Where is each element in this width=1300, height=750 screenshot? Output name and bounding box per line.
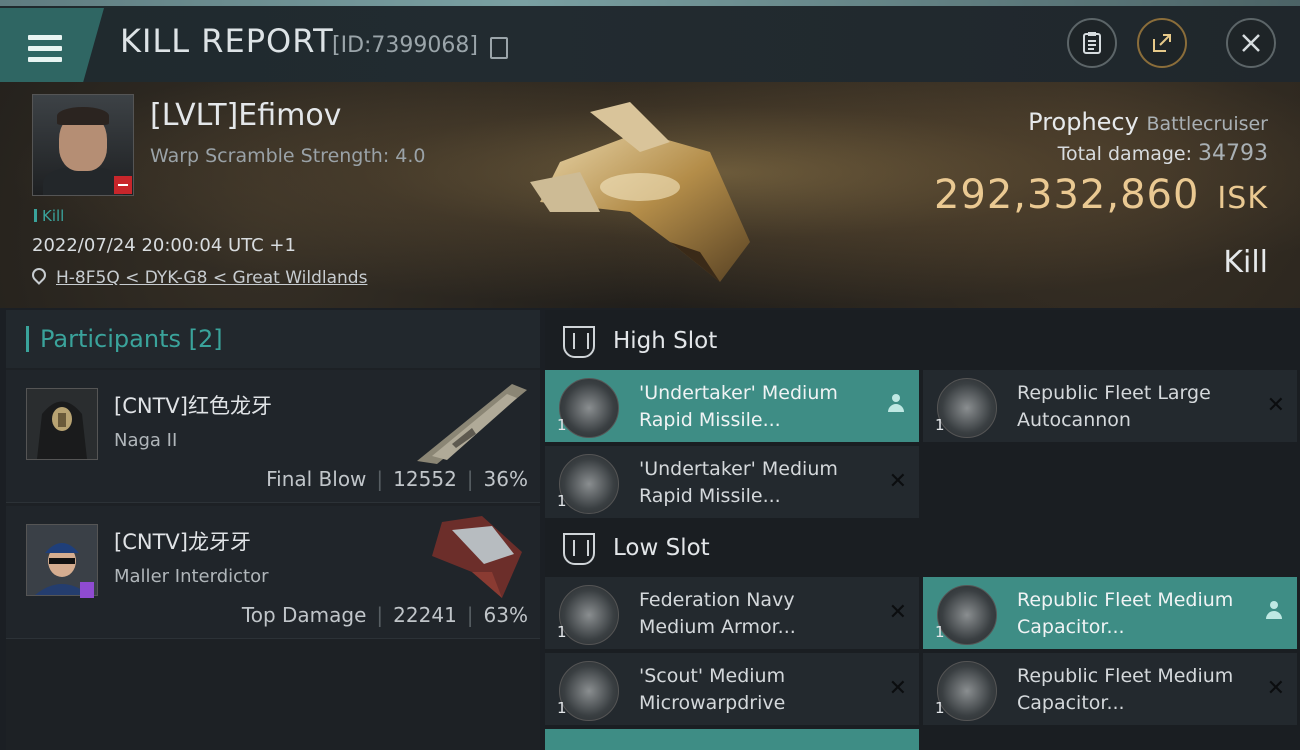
participant-role: Top Damage (241, 603, 367, 627)
participant-role: Final Blow (266, 467, 367, 491)
capacitor-battery-icon (937, 585, 997, 645)
module-name: Republic Fleet Large Autocannon (1017, 382, 1211, 431)
dropped-user-icon (887, 394, 905, 414)
victim-name[interactable]: [LVLT]Efimov (150, 98, 341, 133)
module-slot[interactable]: 1 'Undertaker' Medium Rapid Missile... ✕ (545, 446, 919, 518)
participant-name[interactable]: [CNTV]龙牙牙 (114, 526, 251, 556)
participant-row[interactable]: [CNTV]红色龙牙 Naga II Final Blow | 12552 | 36% (6, 370, 540, 503)
participant-avatar[interactable] (26, 388, 98, 460)
low-slot-icon (563, 533, 595, 565)
destroyed-icon: ✕ (1266, 676, 1285, 701)
total-damage: Total damage: 34793 (1058, 141, 1268, 166)
low-slot-title: Low Slot (613, 535, 710, 561)
module-name: 'Undertaker' Medium Rapid Missile... (639, 458, 838, 507)
participant-stats: Final Blow | 12552 | 36% (266, 467, 528, 491)
isk-value: 292,332,860 (933, 172, 1200, 218)
module-name: Federation Navy Medium Armor... (639, 589, 796, 638)
role-badge-icon (80, 582, 94, 598)
module-slot-partial[interactable] (545, 729, 919, 750)
capacitor-battery-icon (937, 661, 997, 721)
dropped-user-icon (1265, 601, 1283, 621)
microwarpdrive-icon (559, 661, 619, 721)
isk-loss: 292,332,860 ISK (934, 172, 1268, 218)
section-accent-bar (26, 326, 29, 352)
victim-ship-image (530, 102, 750, 282)
share-icon (1153, 34, 1171, 52)
hostile-status-icon (114, 176, 132, 194)
kill-location[interactable]: H-8F5Q < DYK-G8 < Great Wildlands (29, 265, 367, 288)
victim-ship: Prophecy Battlecruiser (1028, 108, 1268, 136)
participant-damage: 12552 (393, 467, 457, 491)
participant-ship: Maller Interdictor (114, 566, 269, 587)
module-name: Republic Fleet Medium Capacitor... (1017, 589, 1234, 638)
module-quantity: 1 (557, 623, 567, 641)
participant-stats: Top Damage | 22241 | 63% (241, 603, 528, 627)
close-button[interactable] (1226, 18, 1276, 68)
destroyed-icon: ✕ (1266, 393, 1285, 418)
participants-panel: Participants [2] [CNTV]红色龙牙 Naga II Fina… (6, 310, 540, 750)
high-slot-icon (563, 326, 595, 358)
destroyed-icon: ✕ (888, 469, 907, 494)
ship-name: Prophecy (1028, 108, 1139, 136)
module-name: 'Undertaker' Medium Rapid Missile... (639, 382, 838, 431)
rapid-missile-launcher-icon (559, 378, 619, 438)
participant-damage: 22241 (393, 603, 457, 627)
participant-percent: 63% (483, 603, 528, 627)
module-quantity: 1 (935, 416, 945, 434)
high-slot-header: High Slot (545, 312, 1300, 372)
autocannon-icon (937, 378, 997, 438)
share-button[interactable] (1137, 18, 1187, 68)
hamburger-menu-icon (28, 35, 62, 62)
location-pin-icon (29, 265, 49, 285)
location-link[interactable]: H-8F5Q < DYK-G8 < Great Wildlands (56, 268, 367, 288)
module-slot[interactable]: 1 Federation Navy Medium Armor... ✕ (545, 577, 919, 649)
module-quantity: 1 (557, 492, 567, 510)
participants-title: Participants [2] (40, 325, 223, 353)
ship-class: Battlecruiser (1146, 113, 1268, 135)
participant-ship: Naga II (114, 430, 178, 451)
maller-interdictor-ship-image (432, 516, 522, 598)
report-id: [ID:7399068] (332, 33, 478, 58)
fitting-panel: High Slot 1 'Undertaker' Medium Rapid Mi… (545, 310, 1300, 750)
high-slot-title: High Slot (613, 328, 718, 354)
module-quantity: 1 (935, 699, 945, 717)
kill-datetime: 2022/07/24 20:00:04 UTC +1 (32, 235, 296, 256)
close-icon (1242, 34, 1260, 52)
participants-header: Participants [2] (6, 310, 540, 368)
low-slot-header: Low Slot (545, 519, 1300, 579)
kill-tag: Kill (34, 207, 64, 225)
clipboard-icon (1083, 32, 1101, 54)
clipboard-button[interactable] (1067, 18, 1117, 68)
naga-ship-image (417, 384, 527, 464)
destroyed-icon: ✕ (888, 600, 907, 625)
hooded-pilot-portrait (27, 389, 97, 459)
module-quantity: 1 (935, 623, 945, 641)
warp-scramble-strength: Warp Scramble Strength: 4.0 (150, 145, 426, 167)
total-damage-label: Total damage: (1057, 143, 1192, 165)
kill-result: Kill (1223, 245, 1268, 280)
copy-icon[interactable] (490, 37, 508, 59)
module-name: Republic Fleet Medium Capacitor... (1017, 665, 1234, 714)
destroyed-icon: ✕ (888, 676, 907, 701)
armor-repairer-icon (559, 585, 619, 645)
module-quantity: 1 (557, 416, 567, 434)
module-slot[interactable]: 1 Republic Fleet Medium Capacitor... (923, 577, 1297, 649)
participant-row[interactable]: [CNTV]龙牙牙 Maller Interdictor Top Damage |… (6, 506, 540, 639)
page-title: KILL REPORT (120, 22, 334, 60)
isk-unit: ISK (1217, 181, 1268, 216)
participant-percent: 36% (483, 467, 528, 491)
menu-button[interactable] (0, 8, 104, 82)
title-bar: KILL REPORT [ID:7399068] (0, 0, 1300, 82)
total-damage-value: 34793 (1198, 141, 1268, 166)
participant-name[interactable]: [CNTV]红色龙牙 (114, 390, 272, 420)
module-slot[interactable]: 1 'Undertaker' Medium Rapid Missile... (545, 370, 919, 442)
module-quantity: 1 (557, 699, 567, 717)
module-slot[interactable]: 1 Republic Fleet Medium Capacitor... ✕ (923, 653, 1297, 725)
module-slot[interactable]: 1 'Scout' Medium Microwarpdrive ✕ (545, 653, 919, 725)
module-slot[interactable]: 1 Republic Fleet Large Autocannon ✕ (923, 370, 1297, 442)
module-name: 'Scout' Medium Microwarpdrive (639, 665, 786, 714)
rapid-missile-launcher-icon (559, 454, 619, 514)
